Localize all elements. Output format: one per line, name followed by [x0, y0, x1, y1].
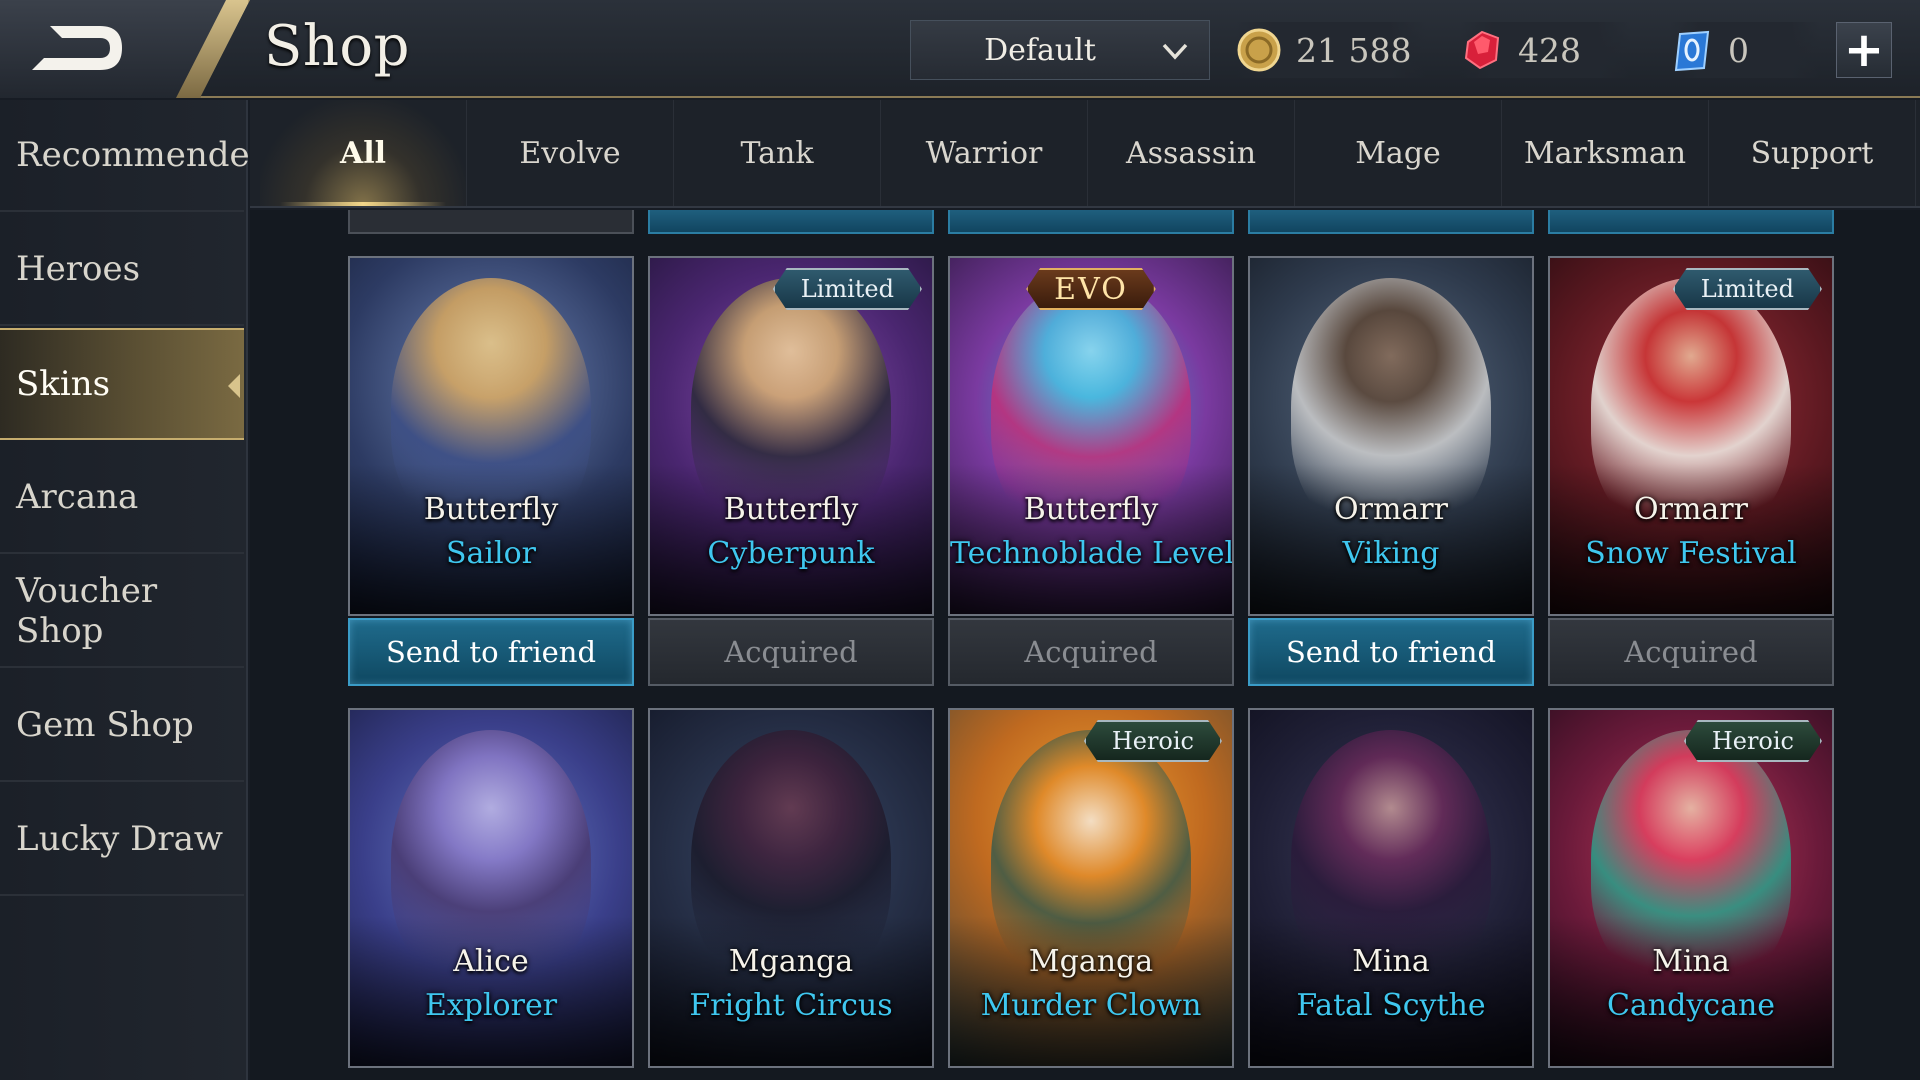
tab-marksman[interactable]: Marksman: [1502, 100, 1709, 206]
tab-support[interactable]: Support: [1709, 100, 1916, 206]
skin-name: Candycane: [1606, 988, 1776, 1023]
tab-mage[interactable]: Mage: [1295, 100, 1502, 206]
page-title: Shop: [264, 14, 410, 79]
partial-card-button: [348, 210, 634, 234]
skin-card[interactable]: Heroic Mganga Murder Clown: [948, 708, 1234, 1068]
sidebar-item-arcana[interactable]: Arcana: [0, 442, 244, 554]
hero-name: Ormarr: [1334, 492, 1448, 527]
sidebar-item-skins[interactable]: Skins: [0, 328, 244, 440]
skin-card[interactable]: Limited Ormarr Snow Festival Acquired: [1548, 256, 1834, 686]
skin-grid: Butterfly Sailor Send to friend Limited …: [250, 210, 1920, 1080]
acquired-button[interactable]: Acquired: [648, 618, 934, 686]
ruby-gem-icon: [1464, 30, 1500, 70]
skin-name: Fright Circus: [689, 988, 893, 1023]
heroic-badge: Heroic: [1684, 720, 1822, 762]
skin-artwork: Mganga Fright Circus: [648, 708, 934, 1068]
role-tab-bar: All Evolve Tank Warrior Assassin Mage Ma…: [250, 100, 1920, 208]
hero-name: Mganga: [1028, 944, 1154, 979]
hero-name: Alice: [453, 944, 529, 979]
skin-artwork: Limited Butterfly Cyberpunk: [648, 256, 934, 616]
hero-name: Butterfly: [423, 492, 559, 527]
skin-card[interactable]: Heroic Mina Candycane: [1548, 708, 1834, 1068]
tab-tank[interactable]: Tank: [674, 100, 881, 206]
shop-sidebar: Recommended Heroes Skins Arcana Voucher …: [0, 100, 271, 1080]
acquired-button[interactable]: Acquired: [948, 618, 1234, 686]
heroic-badge: Heroic: [1084, 720, 1222, 762]
sidebar-item-recommended[interactable]: Recommended: [0, 100, 271, 212]
skin-artwork: Butterfly Sailor: [348, 256, 634, 616]
limited-badge: Limited: [773, 268, 922, 310]
skin-card[interactable]: Ormarr Viking Send to friend: [1248, 256, 1534, 686]
sidebar-item-lucky-draw[interactable]: Lucky Draw: [0, 784, 244, 896]
hero-name: Mina: [1652, 944, 1730, 979]
tab-all[interactable]: All: [260, 100, 467, 206]
skin-name: Sailor: [445, 536, 537, 571]
partial-card-button: [948, 210, 1234, 234]
skin-name: Cyberpunk: [707, 536, 875, 571]
skin-card[interactable]: Limited Butterfly Cyberpunk Acquired: [648, 256, 934, 686]
tab-assassin[interactable]: Assassin: [1088, 100, 1295, 206]
send-to-friend-button[interactable]: Send to friend: [348, 618, 634, 686]
skin-name: Fatal Scythe: [1296, 988, 1486, 1023]
gold-balance: 21 588: [1236, 22, 1426, 78]
partial-card-button: [1548, 210, 1834, 234]
sidebar-item-gem-shop[interactable]: Gem Shop: [0, 670, 244, 782]
gem-amount: 428: [1518, 30, 1581, 70]
skin-card[interactable]: Alice Explorer: [348, 708, 634, 1068]
skin-card[interactable]: Butterfly Sailor Send to friend: [348, 256, 634, 686]
gold-amount: 21 588: [1296, 30, 1412, 70]
skin-artwork: Mina Fatal Scythe: [1248, 708, 1534, 1068]
sidebar-item-voucher-shop[interactable]: Voucher Shop: [0, 556, 244, 668]
limited-badge: Limited: [1673, 268, 1822, 310]
voucher-amount: 0: [1728, 30, 1749, 70]
hero-name: Mganga: [728, 944, 854, 979]
hero-name: Butterfly: [723, 492, 859, 527]
skin-name: Murder Clown: [980, 988, 1202, 1023]
gem-balance: 428: [1460, 22, 1630, 78]
skin-name: Viking: [1342, 536, 1440, 571]
acquired-button[interactable]: Acquired: [1548, 618, 1834, 686]
sort-dropdown[interactable]: Default: [910, 20, 1210, 80]
skin-artwork: Ormarr Viking: [1248, 256, 1534, 616]
hero-name: Mina: [1352, 944, 1430, 979]
evo-badge: EVO: [1026, 268, 1156, 310]
skin-name: Technoblade Level 5: [950, 536, 1234, 571]
tab-warrior[interactable]: Warrior: [881, 100, 1088, 206]
skin-artwork: Heroic Mganga Murder Clown: [948, 708, 1234, 1068]
tab-evolve[interactable]: Evolve: [467, 100, 674, 206]
skin-artwork: EVO Butterfly Technoblade Level 5: [948, 256, 1234, 616]
skin-card[interactable]: EVO Butterfly Technoblade Level 5 Acquir…: [948, 256, 1234, 686]
hero-name: Butterfly: [1023, 492, 1159, 527]
skin-artwork: Heroic Mina Candycane: [1548, 708, 1834, 1068]
voucher-balance: 0: [1670, 22, 1820, 78]
sort-dropdown-value: Default: [984, 32, 1096, 68]
skin-name: Explorer: [424, 988, 558, 1023]
back-arrow-icon[interactable]: [22, 18, 132, 78]
chevron-down-icon: [1162, 43, 1188, 60]
blue-voucher-icon: [1674, 30, 1710, 72]
partial-card-button: [648, 210, 934, 234]
top-bar: Shop Default 21 588 428 0 +: [0, 0, 1920, 98]
add-currency-button[interactable]: +: [1836, 22, 1892, 78]
sidebar-item-heroes[interactable]: Heroes: [0, 214, 244, 326]
send-to-friend-button[interactable]: Send to friend: [1248, 618, 1534, 686]
partial-card-button: [1248, 210, 1534, 234]
hero-name: Ormarr: [1634, 492, 1748, 527]
skin-name: Snow Festival: [1585, 536, 1797, 571]
skin-card[interactable]: Mganga Fright Circus: [648, 708, 934, 1068]
skin-card[interactable]: Mina Fatal Scythe: [1248, 708, 1534, 1068]
skin-artwork: Alice Explorer: [348, 708, 634, 1068]
gold-coin-icon: [1237, 28, 1281, 72]
skin-artwork: Limited Ormarr Snow Festival: [1548, 256, 1834, 616]
